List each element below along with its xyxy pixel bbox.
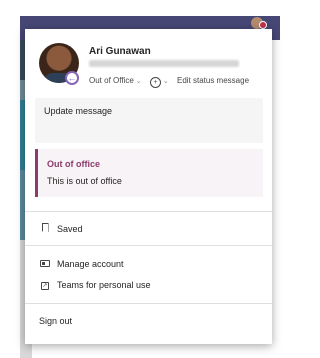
menu-item-manage-account[interactable]: Manage account [39,259,124,269]
update-message-input[interactable]: Update message [35,98,263,143]
divider [25,211,272,212]
menu-item-teams-personal[interactable]: ↗ Teams for personal use [39,279,151,290]
chevron-down-icon: ⌄ [135,78,142,85]
out-of-office-title: Out of office [47,159,100,169]
chevron-down-icon: ⌄ [162,78,169,85]
sign-out-button[interactable]: Sign out [39,316,72,326]
profile-email-redacted [89,60,239,67]
account-presence-badge [259,21,267,29]
edit-status-message-link[interactable]: Edit status message [177,76,249,85]
profile-name: Ari Gunawan [89,46,151,57]
bookmark-icon [41,223,49,232]
id-card-icon [40,260,50,267]
menu-item-saved[interactable]: Saved [39,223,83,234]
out-of-office-presence-icon: ← [65,71,79,85]
out-of-office-banner[interactable]: Out of office This is out of office [35,149,263,197]
presence-status-dropdown[interactable]: Out of Office ⌄ [89,76,142,85]
profile-menu-card: ← Ari Gunawan Out of Office ⌄ + ⌄ Edit sta… [25,29,272,344]
divider [25,303,272,304]
open-external-icon: ↗ [41,282,49,290]
emoji-status-dropdown[interactable]: + ⌄ [149,76,169,88]
out-of-office-message: This is out of office [47,176,122,186]
emoji-add-icon: + [149,77,161,88]
status-row: Out of Office ⌄ + ⌄ Edit status message [89,76,255,88]
divider [25,245,272,246]
